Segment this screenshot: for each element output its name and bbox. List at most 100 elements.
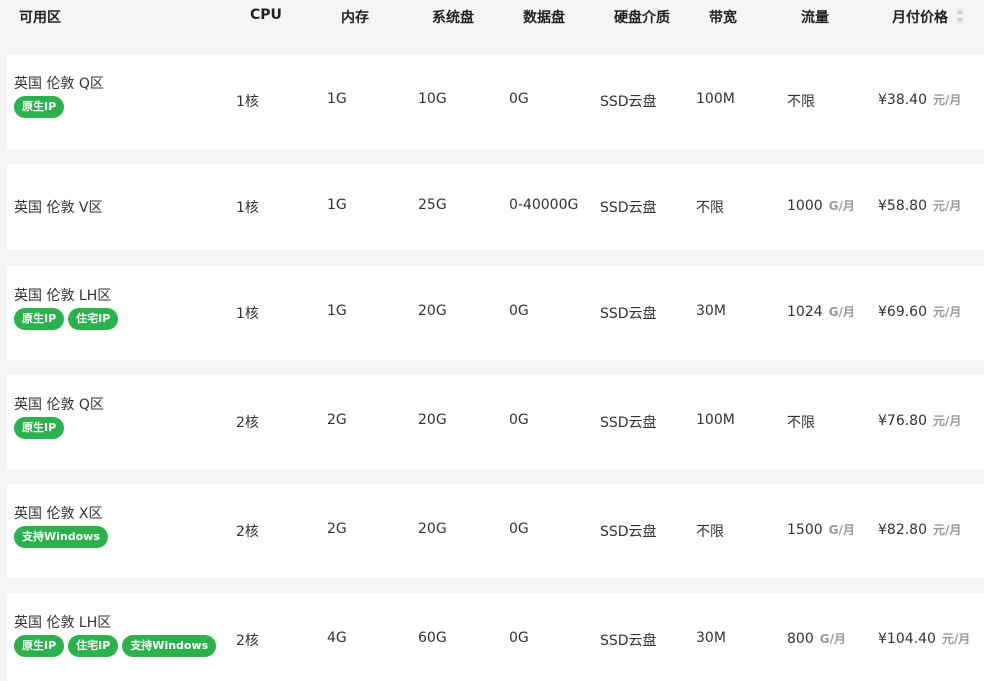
price-cell: ¥76.80 元/月 [878, 412, 961, 429]
price-unit: 元/月 [933, 199, 962, 213]
feature-tag: 支持Windows [122, 635, 217, 657]
zone-tags: 原生IP [14, 96, 65, 118]
traffic-unit: G/月 [828, 199, 855, 213]
data-disk-cell: 0G [509, 412, 529, 428]
system-disk-cell-value: 20G [418, 412, 447, 428]
memory-cell-value: 1G [327, 303, 347, 319]
zone-name: 英国 伦敦 Q区 [14, 76, 104, 92]
bandwidth-cell-value: 不限 [696, 524, 724, 540]
cpu-cell-value: 1核 [236, 94, 259, 110]
price-unit: 元/月 [933, 523, 962, 537]
feature-tag: 原生IP [14, 308, 65, 330]
traffic-cell: 1024 G/月 [787, 303, 855, 320]
price-unit: 元/月 [941, 632, 971, 646]
price-cell: ¥69.60 元/月 [878, 303, 961, 320]
cpu-cell: 2核 [236, 521, 259, 541]
disk-type-cell-value: SSD云盘 [600, 306, 657, 322]
memory-cell: 1G [327, 303, 347, 319]
col-header-price[interactable]: 月付价格 [892, 7, 948, 27]
data-disk-cell-value: 0G [509, 91, 529, 107]
traffic-cell: 1500 G/月 [787, 521, 855, 538]
system-disk-cell: 20G [418, 303, 447, 319]
data-disk-cell: 0G [509, 303, 529, 319]
bandwidth-cell: 100M [696, 91, 735, 107]
system-disk-cell: 20G [418, 412, 447, 428]
col-header-zone: 可用区 [19, 10, 61, 26]
disk-type-cell-value: SSD云盘 [600, 415, 657, 431]
data-disk-cell: 0-40000G [509, 197, 578, 213]
data-disk-cell: 0G [509, 521, 529, 537]
zone-tags: 原生IP [14, 417, 65, 439]
sort-icon[interactable] [955, 8, 965, 24]
price-cell-value: ¥82.80 [878, 522, 927, 538]
disk-type-cell-value: SSD云盘 [600, 94, 657, 110]
traffic-cell-value: 800 [787, 631, 814, 647]
table-row[interactable]: 英国 伦敦 Q区原生IP 1核 1G 10G 0G SSD云盘 100M 不限 ¥38.40 元/… [7, 55, 984, 149]
system-disk-cell: 25G [418, 197, 447, 213]
system-disk-cell: 20G [418, 521, 447, 537]
bandwidth-cell: 100M [696, 412, 735, 428]
zone-name: 英国 伦敦 Q区 [14, 397, 104, 413]
traffic-unit: G/月 [828, 305, 855, 319]
price-unit: 元/月 [933, 305, 962, 319]
cpu-cell-value: 1核 [236, 200, 259, 216]
col-header-traffic: 流量 [801, 10, 829, 26]
traffic-cell-value: 不限 [787, 94, 815, 110]
system-disk-cell: 60G [418, 630, 447, 646]
data-disk-cell-value: 0G [509, 412, 529, 428]
disk-type-cell: SSD云盘 [600, 521, 657, 541]
col-header-data-disk: 数据盘 [523, 10, 565, 26]
cpu-cell-value: 2核 [236, 415, 259, 431]
zone-name: 英国 伦敦 X区 [14, 506, 103, 522]
disk-type-cell: SSD云盘 [600, 197, 657, 217]
feature-tag: 原生IP [14, 635, 65, 657]
bandwidth-cell: 不限 [696, 197, 724, 217]
memory-cell-value: 2G [327, 412, 347, 428]
feature-tag: 原生IP [14, 96, 65, 118]
price-cell: ¥38.40 元/月 [878, 91, 961, 108]
system-disk-cell-value: 10G [418, 91, 447, 107]
table-row[interactable]: 英国 伦敦 LH区 原生IP 住宅IP 1核 1G 20G 0G SSD云盘 30M 1024 G/… [7, 266, 984, 360]
traffic-cell-value: 1024 [787, 304, 823, 320]
table-header: 可用区 CPU 内存 系统盘 数据盘 硬盘介质 带宽 流量 月付价格 [0, 0, 984, 40]
data-disk-cell-value: 0G [509, 521, 529, 537]
traffic-unit: G/月 [819, 632, 846, 646]
price-cell-value: ¥69.60 [878, 304, 927, 320]
data-disk-cell: 0G [509, 630, 529, 646]
bandwidth-cell: 30M [696, 303, 726, 319]
table-row[interactable]: 英国 伦敦 Q区 原生IP 2核 2G 20G 0G SSD云盘 100M 不限 ¥76.80 元/… [7, 375, 984, 469]
price-unit: 元/月 [933, 414, 962, 428]
price-cell-value: ¥58.80 [878, 198, 927, 214]
bandwidth-cell-value: 100M [696, 412, 735, 428]
memory-cell-value: 2G [327, 521, 347, 537]
memory-cell-value: 4G [327, 630, 347, 646]
disk-type-cell: SSD云盘 [600, 412, 657, 432]
zone-name: 英国 伦敦 LH区 [14, 615, 112, 631]
memory-cell-value: 1G [327, 91, 347, 107]
bandwidth-cell-value: 30M [696, 303, 726, 319]
cpu-cell-value: 2核 [236, 633, 259, 649]
data-disk-cell-value: 0-40000G [509, 197, 579, 213]
price-unit: 元/月 [933, 93, 962, 107]
table-row[interactable]: 英国 伦敦 X区支持Windows 2核 2G 20G 0G SSD云盘 不限 1500 G/月… [7, 484, 984, 578]
feature-tag: 住宅IP [68, 635, 119, 657]
bandwidth-cell-value: 不限 [696, 200, 724, 216]
system-disk-cell: 10G [418, 91, 447, 107]
memory-cell: 2G [327, 521, 347, 537]
memory-cell: 4G [327, 630, 347, 646]
memory-cell: 2G [327, 412, 347, 428]
table-row[interactable]: 英国 伦敦 V区 1核 1G 25G 0-40000G SSD云盘 不限 1000 G/月 ¥58… [7, 164, 984, 250]
cpu-cell: 1核 [236, 91, 259, 111]
bandwidth-cell-value: 30M [696, 630, 726, 646]
bandwidth-cell: 30M [696, 630, 726, 646]
feature-tag: 支持Windows [14, 526, 108, 548]
traffic-cell: 不限 [787, 91, 815, 111]
table-row[interactable]: 英国 伦敦 LH区原生IP 住宅IP 支持Windows 2核 4G 60G 0G SSD云盘… [7, 593, 984, 681]
cpu-cell-value: 2核 [236, 524, 259, 540]
memory-cell: 1G [327, 91, 347, 107]
cpu-cell: 1核 [236, 197, 259, 217]
col-header-bandwidth: 带宽 [709, 10, 737, 26]
bandwidth-cell-value: 100M [696, 91, 735, 107]
price-cell: ¥58.80 元/月 [878, 197, 961, 214]
disk-type-cell: SSD云盘 [600, 630, 657, 650]
